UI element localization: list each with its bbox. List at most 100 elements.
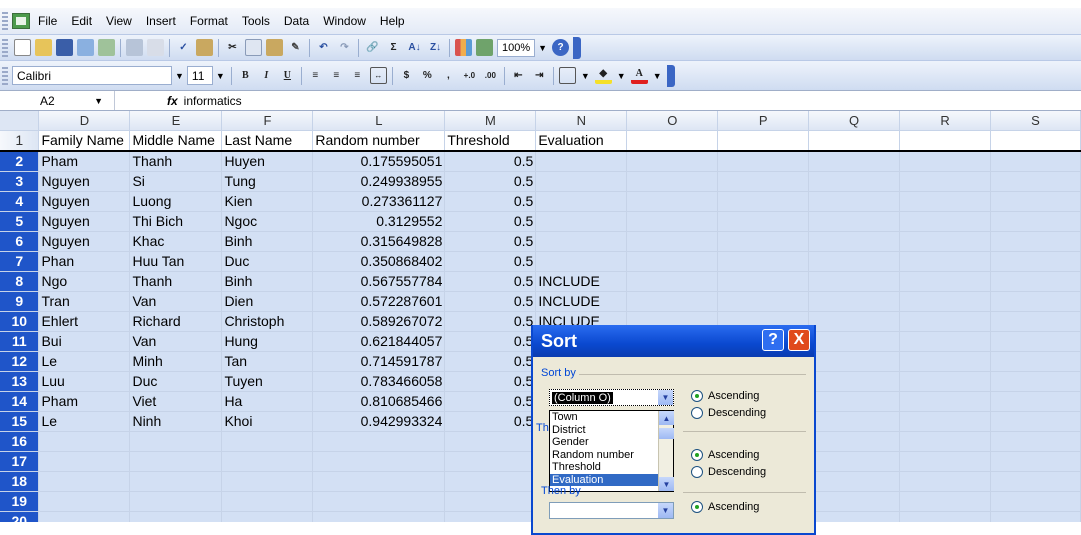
- cell[interactable]: [990, 291, 1081, 312]
- sort-ascending-icon[interactable]: A↓: [406, 39, 423, 56]
- cell[interactable]: Last Name: [221, 130, 314, 152]
- cell[interactable]: [990, 431, 1081, 452]
- cell[interactable]: [899, 391, 991, 412]
- print-icon[interactable]: [126, 39, 143, 56]
- cell[interactable]: [808, 311, 901, 332]
- menu-view[interactable]: View: [106, 14, 132, 28]
- column-header[interactable]: E: [129, 111, 223, 131]
- cell[interactable]: Tuyen: [221, 371, 314, 392]
- cell[interactable]: [444, 431, 537, 452]
- menu-file[interactable]: File: [38, 14, 57, 28]
- row-header[interactable]: 20: [0, 511, 40, 522]
- cell[interactable]: [899, 171, 991, 192]
- borders-icon[interactable]: [558, 67, 576, 84]
- list-item[interactable]: Threshold: [550, 461, 673, 474]
- cell[interactable]: Thi Bich: [129, 211, 223, 232]
- cell[interactable]: Tung: [221, 171, 314, 192]
- cell[interactable]: [990, 311, 1081, 332]
- row-header[interactable]: 4: [0, 191, 40, 212]
- cell[interactable]: Richard: [129, 311, 223, 332]
- cell[interactable]: Minh: [129, 351, 223, 372]
- cell[interactable]: 0.5: [444, 271, 537, 292]
- cell[interactable]: [808, 331, 901, 352]
- cell[interactable]: [312, 491, 446, 512]
- cell[interactable]: [38, 511, 131, 522]
- cell[interactable]: [535, 211, 628, 232]
- close-button[interactable]: X: [788, 329, 810, 351]
- cell[interactable]: 0.621844057: [312, 331, 446, 352]
- menu-format[interactable]: Format: [190, 14, 228, 28]
- font-size-box[interactable]: 11: [186, 66, 213, 85]
- cell[interactable]: [808, 491, 901, 512]
- cell[interactable]: [899, 311, 991, 332]
- cell[interactable]: Nguyen: [38, 231, 131, 252]
- hyperlink-icon[interactable]: 🔗: [364, 39, 381, 56]
- row-header[interactable]: 12: [0, 351, 40, 372]
- cell[interactable]: [444, 451, 537, 472]
- cell[interactable]: [38, 471, 131, 492]
- cell[interactable]: [990, 371, 1081, 392]
- row-header[interactable]: 2: [0, 151, 40, 172]
- paste-icon[interactable]: [266, 39, 283, 56]
- cell[interactable]: [444, 491, 537, 512]
- menu-window[interactable]: Window: [323, 14, 366, 28]
- row-header[interactable]: 3: [0, 171, 40, 192]
- scroll-up-icon[interactable]: ▲: [659, 411, 674, 425]
- cell[interactable]: [990, 191, 1081, 212]
- email-icon[interactable]: [98, 39, 115, 56]
- cell[interactable]: [899, 351, 991, 372]
- cell[interactable]: 0.942993324: [312, 411, 446, 432]
- menu-edit[interactable]: Edit: [71, 14, 92, 28]
- scroll-down-icon[interactable]: ▼: [659, 477, 674, 491]
- cell[interactable]: [990, 151, 1081, 172]
- cell[interactable]: Binh: [221, 231, 314, 252]
- cell[interactable]: [129, 511, 223, 522]
- align-center-icon[interactable]: ≡: [328, 67, 345, 84]
- cell[interactable]: [38, 491, 131, 512]
- cell[interactable]: [221, 491, 314, 512]
- cell[interactable]: [808, 211, 901, 232]
- row-header[interactable]: 13: [0, 371, 40, 392]
- menu-insert[interactable]: Insert: [146, 14, 176, 28]
- help-icon[interactable]: ?: [552, 39, 570, 56]
- cell[interactable]: [990, 331, 1081, 352]
- decrease-indent-icon[interactable]: ⇤: [510, 67, 527, 84]
- cell[interactable]: [990, 471, 1081, 492]
- column-header[interactable]: N: [535, 111, 628, 131]
- cell[interactable]: 0.315649828: [312, 231, 446, 252]
- menu-help[interactable]: Help: [380, 14, 405, 28]
- cell[interactable]: [899, 191, 991, 212]
- row-header[interactable]: 7: [0, 251, 40, 272]
- descending-radio-1[interactable]: Descending: [691, 407, 766, 419]
- align-left-icon[interactable]: ≡: [307, 67, 324, 84]
- cell[interactable]: Random number: [312, 130, 446, 152]
- cell[interactable]: 0.5: [444, 371, 537, 392]
- cell[interactable]: 0.5: [444, 331, 537, 352]
- name-box[interactable]: A2 ▼: [0, 91, 115, 110]
- column-header[interactable]: L: [312, 111, 446, 131]
- cell[interactable]: Dien: [221, 291, 314, 312]
- cut-icon[interactable]: ✂: [224, 39, 241, 56]
- chart-wizard-icon[interactable]: [455, 39, 472, 56]
- cell[interactable]: [626, 251, 719, 272]
- row-header[interactable]: 11: [0, 331, 40, 352]
- cell[interactable]: [899, 451, 991, 472]
- underline-button[interactable]: U: [279, 67, 296, 84]
- help-button[interactable]: ?: [762, 329, 784, 351]
- sort-by-select[interactable]: (Column O) ▼: [549, 389, 674, 406]
- undo-icon[interactable]: ↶: [315, 39, 332, 56]
- cell[interactable]: [808, 371, 901, 392]
- cell[interactable]: [129, 431, 223, 452]
- cell[interactable]: [808, 271, 901, 292]
- cell[interactable]: Pham: [38, 151, 131, 172]
- select-all-corner[interactable]: [0, 111, 40, 131]
- cell[interactable]: [899, 331, 991, 352]
- row-header[interactable]: 9: [0, 291, 40, 312]
- cell[interactable]: Huyen: [221, 151, 314, 172]
- cell[interactable]: Nguyen: [38, 191, 131, 212]
- cell[interactable]: Christoph: [221, 311, 314, 332]
- cell[interactable]: [808, 411, 901, 432]
- cell[interactable]: 0.5: [444, 291, 537, 312]
- cell[interactable]: 0.5: [444, 151, 537, 172]
- cell[interactable]: [129, 491, 223, 512]
